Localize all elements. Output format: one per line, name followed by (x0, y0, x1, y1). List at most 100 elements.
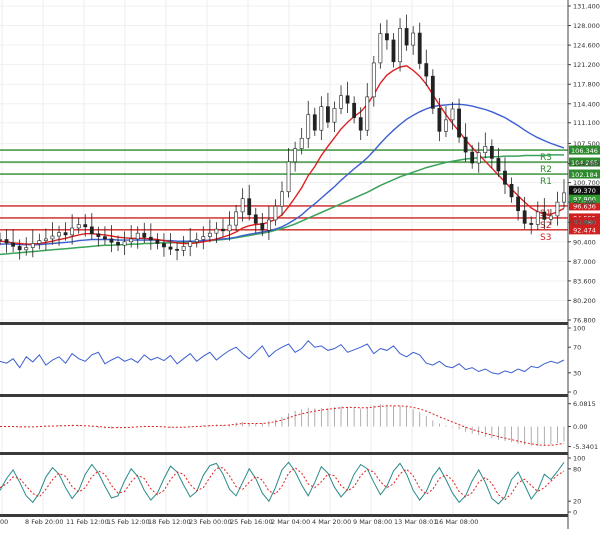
price-tick-label: 121.200 (573, 61, 600, 69)
candle-body (103, 236, 107, 240)
candle-body (227, 224, 232, 232)
candle-body (542, 211, 547, 220)
candle-body (207, 232, 212, 237)
candle-body (4, 239, 9, 244)
candle-body (555, 201, 560, 217)
price-tick-label: 114.400 (573, 100, 600, 108)
candle-body (247, 198, 252, 216)
price-tick-label: 83.600 (573, 277, 596, 285)
time-tick-label: 2 Mar 04:00 (271, 518, 310, 526)
candle-body (391, 39, 396, 63)
candle-body (57, 232, 61, 237)
panel-separator (0, 514, 568, 517)
candle-body (299, 137, 304, 149)
candle-body (437, 108, 442, 132)
rsi-tick-label: 0 (573, 389, 577, 397)
candle-body (339, 95, 343, 109)
candle-body (37, 240, 42, 244)
candle-body (155, 239, 160, 244)
candle-body (24, 247, 29, 251)
macd-tick-label: 6.0815 (573, 400, 596, 408)
time-tick-label: 23 Feb 00:00 (189, 518, 232, 526)
time-tick-label: 15 Feb 12:00 (107, 518, 150, 526)
candle-body (135, 232, 140, 240)
price-tick-label: 117.800 (573, 81, 600, 89)
candle-body (293, 148, 298, 163)
candle-body (430, 75, 435, 109)
price-tick-label: 104.000 (573, 160, 600, 168)
stoch-tick-label: 20 (573, 498, 581, 506)
price-tick-label: 93.800 (573, 219, 596, 227)
candle-body (371, 62, 376, 98)
candle-body (30, 243, 35, 248)
time-tick-label: 16 Mar 08:00 (435, 518, 478, 526)
candle-body (11, 242, 16, 247)
time-tick-label: 25 Feb 16:00 (230, 518, 273, 526)
candle-body (444, 119, 448, 132)
candle-body (516, 196, 520, 212)
candle-body (424, 63, 429, 77)
resistance-label-r1: R1 (540, 177, 552, 187)
candle-body (522, 210, 527, 224)
candle-body (109, 238, 114, 243)
support-label-s3: S3 (540, 233, 551, 243)
candle-body (535, 211, 540, 225)
price-tick-label: 100.700 (573, 179, 600, 187)
chart-canvas[interactable]: R3106.346R2104.265R1102.184S196.636S294.… (0, 0, 600, 529)
candle-body (221, 228, 225, 232)
price-tick-label: 80.200 (573, 297, 596, 305)
panel-separator (0, 394, 568, 397)
chart-background (0, 0, 600, 529)
price-tick-label: 76.800 (573, 317, 596, 325)
price-tick-label: 90.400 (573, 238, 596, 246)
candle-body (194, 239, 199, 243)
macd-tick-label: -5.3401 (573, 443, 598, 451)
price-tick-label: 87.000 (573, 258, 596, 266)
candle-body (358, 117, 363, 131)
candle-body (129, 238, 134, 243)
candle-body (562, 192, 566, 203)
candle-body (188, 241, 193, 247)
candle-body (175, 248, 179, 251)
macd-tick-label: 0.00 (573, 423, 587, 431)
candle-body (260, 223, 265, 231)
panel-separator (0, 452, 568, 455)
candle-body (404, 28, 409, 46)
rsi-tick-label: 30 (573, 369, 581, 377)
current-price-text: 99.370 (573, 187, 596, 195)
stoch-tick-label: 0 (573, 509, 577, 517)
candle-body (385, 33, 389, 41)
candle-body (470, 151, 475, 164)
candle-body (398, 28, 402, 63)
resistance-price-text: 106.346 (571, 147, 598, 155)
candle-body (142, 232, 147, 238)
time-tick-label: 9 Mar 08:00 (353, 518, 392, 526)
candle-body (483, 146, 488, 153)
candle-body (365, 96, 370, 131)
candle-body (312, 114, 317, 131)
candle-body (306, 114, 311, 139)
candle-body (332, 108, 337, 123)
candle-body (548, 215, 553, 220)
candle-body (489, 146, 494, 159)
price-tick-label: 128.000 (573, 22, 600, 30)
candle-body (319, 106, 324, 131)
rsi-tick-label: 100 (573, 325, 585, 333)
candle-body (44, 238, 48, 241)
candle-body (96, 233, 101, 237)
price-tick-label: 111.100 (573, 119, 600, 127)
candle-body (509, 183, 514, 198)
price-tick-label: 131.400 (573, 3, 600, 11)
time-tick-label: 00 (0, 518, 8, 526)
time-tick-label: 8 Feb 20:00 (25, 518, 64, 526)
candle-body (76, 224, 81, 229)
candle-body (286, 161, 291, 193)
candle-body (503, 170, 507, 185)
candle-body (411, 32, 416, 46)
candle-body (214, 228, 219, 234)
candle-body (345, 95, 350, 104)
candle-body (148, 236, 153, 241)
candle-body (496, 158, 501, 172)
candle-body (70, 227, 75, 236)
candle-body (240, 198, 245, 213)
